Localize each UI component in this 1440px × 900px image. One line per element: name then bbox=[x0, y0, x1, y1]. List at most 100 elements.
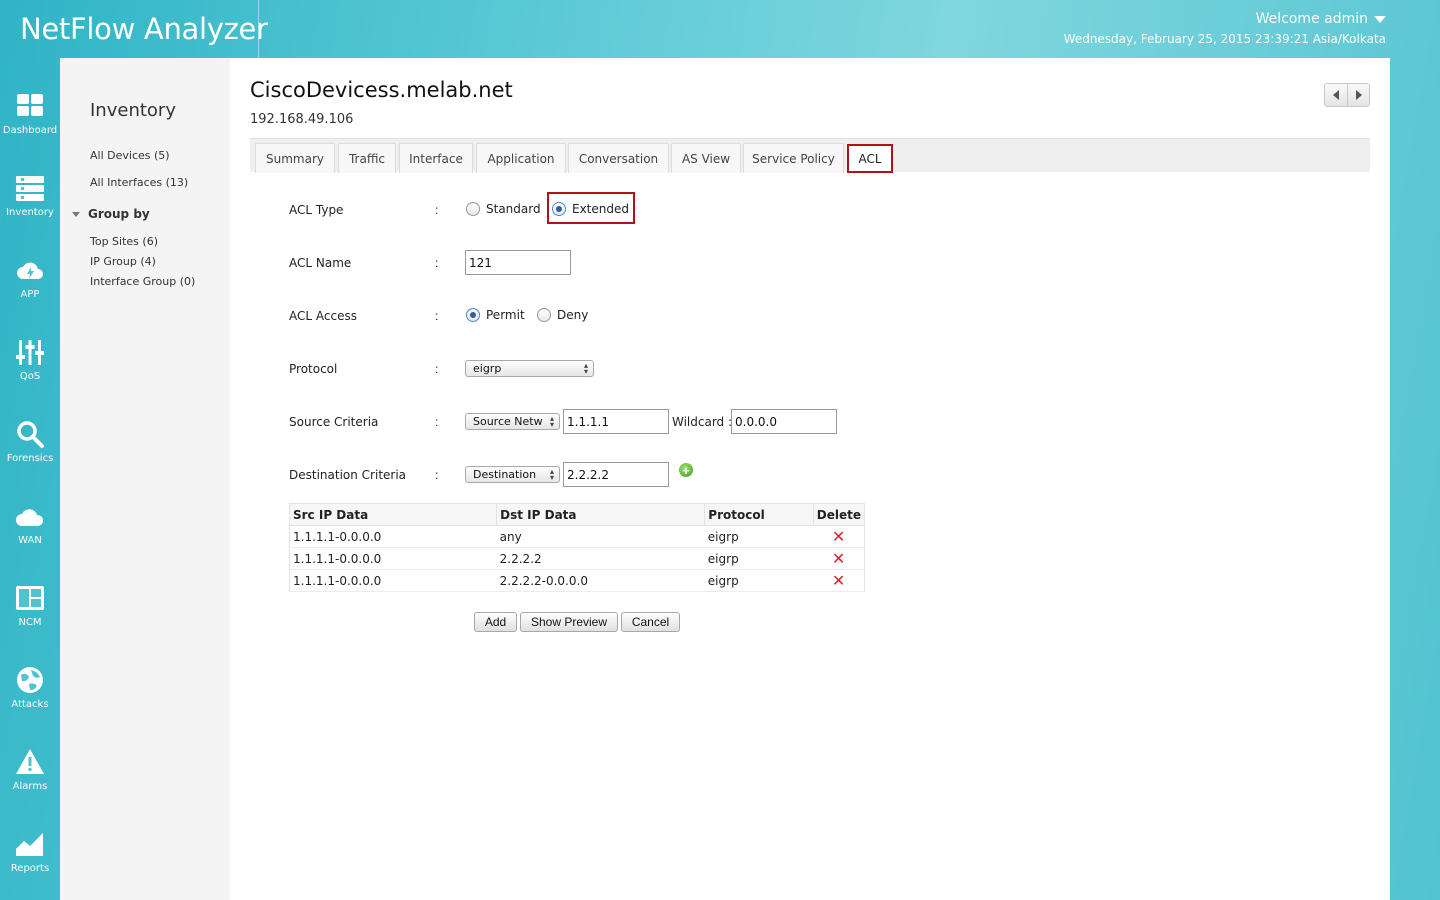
sidebar-item-interface-group[interactable]: Interface Group (0) bbox=[90, 275, 195, 288]
prev-button[interactable] bbox=[1325, 84, 1347, 106]
main-panel: CiscoDevicess.melab.net 192.168.49.106 S… bbox=[230, 58, 1390, 900]
acl-access-permit-radio[interactable]: Permit bbox=[466, 308, 525, 322]
acl-access-deny-radio[interactable]: Deny bbox=[537, 308, 588, 322]
rail-label: Alarms bbox=[12, 781, 48, 792]
rail-label: WAN bbox=[18, 535, 42, 546]
colon: : bbox=[435, 256, 439, 270]
rail-item-attacks[interactable]: Attacks bbox=[0, 665, 60, 747]
tab-conversation[interactable]: Conversation bbox=[568, 143, 669, 173]
cell-dst: 2.2.2.2 bbox=[496, 547, 705, 570]
tab-acl[interactable]: ACL bbox=[847, 144, 893, 173]
welcome-menu[interactable]: Welcome admin bbox=[1256, 11, 1386, 27]
add-criteria-plus-icon[interactable]: + bbox=[679, 463, 693, 477]
delete-x-icon[interactable]: ✕ bbox=[816, 572, 861, 589]
table-row: 1.1.1.1-0.0.0.0 any eigrp ✕ bbox=[289, 525, 865, 548]
radio-on bbox=[552, 202, 566, 216]
rail-label: QoS bbox=[19, 371, 41, 382]
next-button[interactable] bbox=[1347, 84, 1369, 106]
radio-label: Permit bbox=[486, 308, 525, 322]
table-row: 1.1.1.1-0.0.0.0 2.2.2.2 eigrp ✕ bbox=[289, 547, 865, 570]
wildcard-label: Wildcard : bbox=[672, 415, 733, 429]
cell-protocol: eigrp bbox=[704, 569, 814, 592]
select-value: Source Netw bbox=[473, 415, 543, 428]
inventory-icon bbox=[16, 176, 44, 201]
sidebar-title: Inventory bbox=[90, 100, 176, 121]
select-arrows-icon: ▴ ▾ bbox=[549, 414, 554, 429]
rail-item-reports[interactable]: Reports bbox=[0, 829, 60, 900]
protocol-label: Protocol bbox=[289, 362, 338, 376]
rail-item-dashboard[interactable]: Dashboard bbox=[0, 91, 60, 173]
delete-x-icon[interactable]: ✕ bbox=[816, 528, 861, 545]
select-value: Destination bbox=[473, 468, 537, 481]
select-arrows-icon: ▴ ▾ bbox=[549, 467, 554, 482]
protocol-select[interactable]: eigrp ▴ ▾ bbox=[465, 360, 594, 377]
radio-off bbox=[537, 308, 551, 322]
datetime: Wednesday, February 25, 2015 23:39:21 As… bbox=[1063, 32, 1386, 46]
rail-label: Dashboard bbox=[2, 125, 58, 136]
colon: : bbox=[435, 203, 439, 217]
delete-x-icon[interactable]: ✕ bbox=[816, 550, 861, 567]
destination-criteria-label: Destination Criteria bbox=[289, 468, 407, 482]
colon: : bbox=[435, 468, 439, 482]
tab-as-view[interactable]: AS View bbox=[671, 143, 741, 173]
tab-service-policy[interactable]: Service Policy bbox=[743, 143, 844, 173]
group-by-toggle[interactable]: Group by bbox=[72, 207, 150, 221]
tab-application[interactable]: Application bbox=[476, 143, 566, 173]
radio-label: Deny bbox=[557, 308, 589, 322]
chevron-down-icon bbox=[1374, 15, 1386, 23]
wan-cloud-icon bbox=[16, 509, 44, 526]
table-header-row: Src IP Data Dst IP Data Protocol Delete bbox=[289, 503, 865, 526]
destination-ip-input[interactable] bbox=[563, 462, 669, 487]
tab-summary[interactable]: Summary bbox=[255, 143, 335, 173]
acl-type-extended-radio[interactable]: Extended bbox=[552, 202, 629, 216]
col-src-ip: Src IP Data bbox=[289, 503, 498, 526]
dashboard-icon bbox=[17, 94, 43, 116]
rail-label: NCM bbox=[18, 617, 42, 628]
welcome-text: Welcome admin bbox=[1255, 11, 1368, 27]
qos-sliders-icon bbox=[16, 340, 44, 365]
col-delete: Delete bbox=[813, 503, 865, 526]
sidebar-item-top-sites[interactable]: Top Sites (6) bbox=[90, 235, 158, 248]
acl-type-standard-radio[interactable]: Standard bbox=[466, 202, 541, 216]
rail-item-alarms[interactable]: Alarms bbox=[0, 747, 60, 829]
radio-on bbox=[466, 308, 480, 322]
select-value: eigrp bbox=[473, 362, 502, 375]
rail-item-wan[interactable]: WAN bbox=[0, 501, 60, 583]
sidebar-item-ip-group[interactable]: IP Group (4) bbox=[90, 255, 156, 268]
colon: : bbox=[435, 362, 439, 376]
rail-item-app[interactable]: APP bbox=[0, 255, 60, 337]
select-arrows-icon: ▴ ▾ bbox=[583, 361, 588, 376]
source-criteria-label: Source Criteria bbox=[289, 415, 379, 429]
colon: : bbox=[435, 415, 439, 429]
rail-item-qos[interactable]: QoS bbox=[0, 337, 60, 419]
radio-label: Extended bbox=[572, 202, 629, 216]
colon: : bbox=[435, 309, 439, 323]
cancel-button[interactable]: Cancel bbox=[621, 612, 680, 632]
tab-bar: Summary Traffic Interface Application Co… bbox=[250, 138, 1370, 173]
source-ip-input[interactable] bbox=[563, 409, 669, 434]
sidebar-item-all-devices[interactable]: All Devices (5) bbox=[90, 149, 170, 162]
add-button[interactable]: Add bbox=[474, 612, 517, 632]
sidebar-item-all-interfaces[interactable]: All Interfaces (13) bbox=[90, 176, 188, 189]
device-ip: 192.168.49.106 bbox=[250, 112, 354, 127]
show-preview-button[interactable]: Show Preview bbox=[520, 612, 618, 632]
destination-type-select[interactable]: Destination ▴ ▾ bbox=[465, 466, 560, 483]
attacks-globe-icon bbox=[17, 667, 43, 693]
acl-name-input[interactable] bbox=[465, 250, 571, 275]
rail-item-forensics[interactable]: Forensics bbox=[0, 419, 60, 501]
acl-rules-table: Src IP Data Dst IP Data Protocol Delete … bbox=[289, 503, 865, 592]
rail-item-inventory[interactable]: Inventory bbox=[0, 173, 60, 255]
cell-src: 1.1.1.1-0.0.0.0 bbox=[289, 525, 497, 548]
wildcard-input[interactable] bbox=[731, 409, 837, 434]
tab-interface[interactable]: Interface bbox=[399, 143, 473, 173]
cell-protocol: eigrp bbox=[704, 547, 814, 570]
col-dst-ip: Dst IP Data bbox=[496, 503, 706, 526]
cell-protocol: eigrp bbox=[704, 525, 814, 548]
source-type-select[interactable]: Source Netw ▴ ▾ bbox=[465, 413, 560, 430]
rail-label: Reports bbox=[10, 863, 50, 874]
cell-src: 1.1.1.1-0.0.0.0 bbox=[289, 547, 497, 570]
rail-item-ncm[interactable]: NCM bbox=[0, 583, 60, 665]
tab-traffic[interactable]: Traffic bbox=[338, 143, 396, 173]
cell-dst: 2.2.2.2-0.0.0.0 bbox=[496, 569, 705, 592]
app-title: NetFlow Analyzer bbox=[20, 12, 268, 46]
